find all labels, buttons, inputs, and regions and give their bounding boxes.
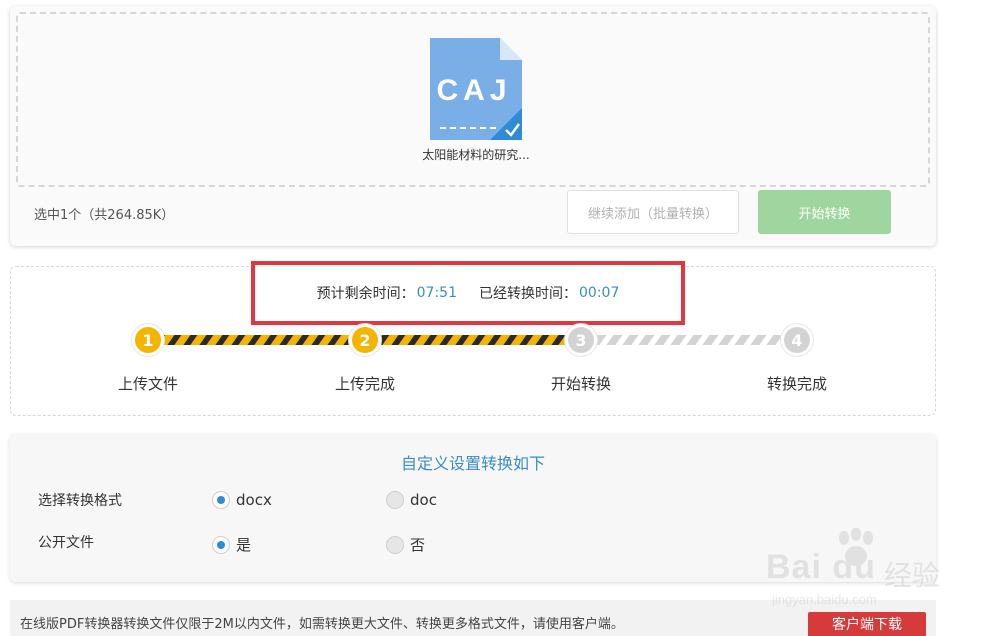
- client-download-button[interactable]: 客户端下载: [808, 612, 926, 636]
- step-4-label: 转换完成: [766, 375, 827, 393]
- format-option-doc[interactable]: doc: [386, 491, 437, 509]
- format-option-docx[interactable]: docx: [212, 491, 272, 509]
- remaining-time-value: 07:51: [416, 285, 457, 301]
- step-2-circle: 2: [352, 327, 378, 353]
- notice-text: 在线版PDF转换器转换文件仅限于2M以内文件，如需转换更大文件、转换更多格式文件…: [20, 617, 624, 632]
- elapsed-time-label: 已经转换时间：: [479, 286, 577, 302]
- watermark-brand-cn: 经验: [884, 559, 941, 592]
- public-row-label: 公开文件: [38, 535, 94, 551]
- watermark-url: jingyan.baidu.com: [772, 592, 877, 607]
- start-convert-button[interactable]: 开始转换: [758, 190, 891, 234]
- format-option-label: docx: [236, 491, 272, 509]
- add-more-button[interactable]: 继续添加（批量转换）: [567, 190, 739, 234]
- step-3-label: 开始转换: [550, 375, 611, 393]
- public-option-yes[interactable]: 是: [212, 534, 251, 555]
- radio-checked-icon: [212, 491, 230, 509]
- selected-file-info: 选中1个（共264.85K）: [34, 208, 175, 223]
- elapsed-time-value: 00:07: [579, 285, 620, 301]
- file-name: 太阳能材料的研究...: [422, 148, 530, 162]
- format-option-label: doc: [410, 491, 437, 509]
- radio-unchecked-icon: [386, 491, 404, 509]
- step-1-label: 上传文件: [117, 375, 178, 393]
- radio-checked-icon: [212, 535, 230, 554]
- watermark-brand: Bai du: [766, 548, 876, 586]
- upload-panel: CAJ 太阳能材料的研究... 选中1个（共264.85K） 继续添加（批量转换…: [10, 6, 936, 246]
- file-drop-zone[interactable]: CAJ 太阳能材料的研究...: [16, 12, 930, 187]
- public-option-label: 否: [410, 536, 426, 554]
- step-4-circle: 4: [784, 327, 810, 353]
- progress-panel: 预计剩余时间： 07:51 已经转换时间： 00:07 1 2 3 4 上传文件…: [10, 261, 936, 416]
- step-1-circle: 1: [135, 327, 161, 353]
- remaining-time-label: 预计剩余时间：: [316, 286, 415, 302]
- baidu-watermark: Bai du 经验 jingyan.baidu.com: [766, 528, 956, 608]
- time-highlight-box: 预计剩余时间： 07:51 已经转换时间： 00:07: [251, 261, 685, 325]
- step-2-label: 上传完成: [334, 375, 395, 393]
- caj-file-icon: CAJ: [426, 36, 526, 144]
- public-option-label: 是: [236, 536, 252, 554]
- settings-title: 自定义设置转换如下: [400, 454, 545, 473]
- radio-unchecked-icon: [386, 535, 404, 554]
- public-option-no[interactable]: 否: [386, 534, 425, 555]
- file-card[interactable]: CAJ 太阳能材料的研究...: [416, 36, 536, 163]
- file-type-badge: CAJ: [436, 74, 512, 107]
- step-3-circle: 3: [568, 327, 594, 353]
- format-row-label: 选择转换格式: [38, 493, 122, 509]
